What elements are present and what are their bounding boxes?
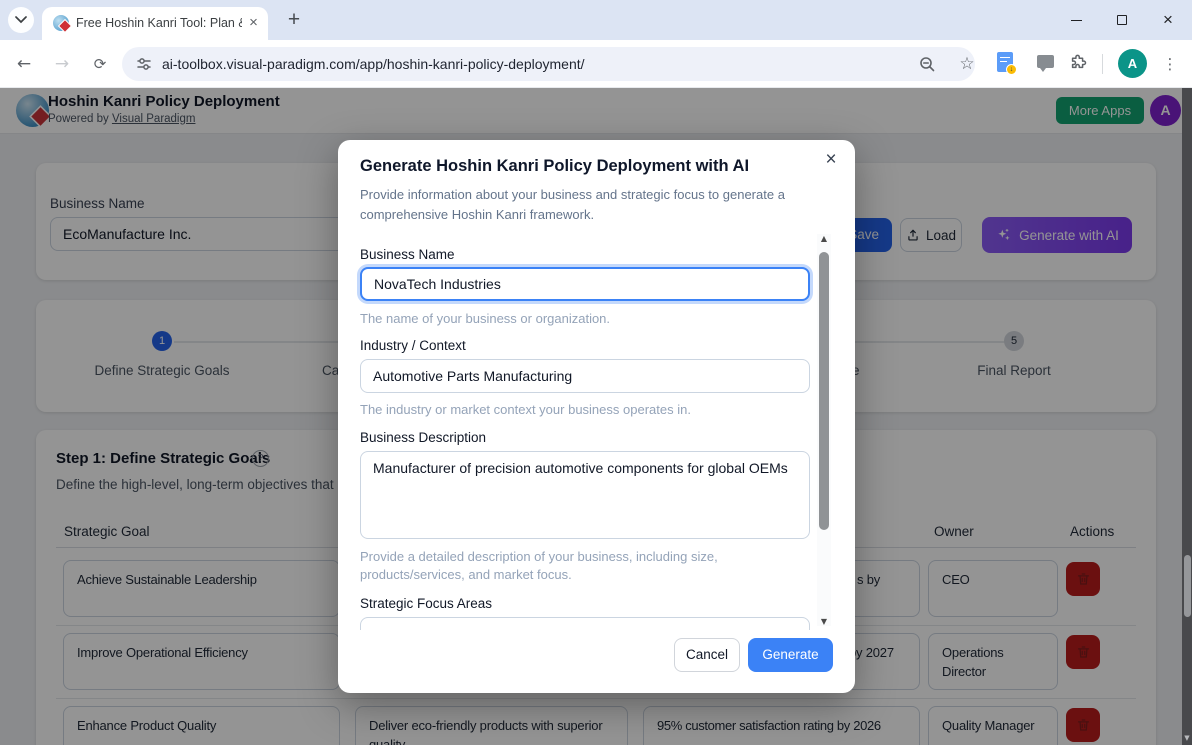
screen: Free Hoshin Kanri Tool: Plan & E × + × ←… xyxy=(0,0,1192,745)
tab-title: Free Hoshin Kanri Tool: Plan & E xyxy=(76,16,242,30)
browser-tab[interactable]: Free Hoshin Kanri Tool: Plan & E × xyxy=(42,7,268,40)
modal-body: Business Name The name of your business … xyxy=(338,228,855,630)
scroll-down-arrow-icon[interactable]: ▼ xyxy=(1182,734,1192,742)
extensions-puzzle-icon[interactable] xyxy=(1068,52,1088,77)
industry-label: Industry / Context xyxy=(360,338,466,353)
business-name-label: Business Name xyxy=(360,247,455,262)
browser-toolbar: ← → ⟳ ai-toolbox.visual-paradigm.com/app… xyxy=(0,40,1192,88)
page-scrollbar[interactable]: ▼ xyxy=(1182,88,1192,745)
description-label: Business Description xyxy=(360,430,487,445)
business-name-input[interactable] xyxy=(360,267,810,301)
browser-tab-strip: Free Hoshin Kanri Tool: Plan & E × + × xyxy=(0,0,1192,40)
modal-scrollbar[interactable]: ▲ ▼ xyxy=(817,234,831,626)
scroll-up-arrow-icon[interactable]: ▲ xyxy=(817,234,831,243)
modal-scrollbar-thumb[interactable] xyxy=(819,252,829,530)
window-minimize-button[interactable] xyxy=(1053,0,1099,40)
scroll-down-arrow-icon[interactable]: ▼ xyxy=(817,617,831,626)
generate-button[interactable]: Generate xyxy=(748,638,833,672)
reload-button[interactable]: ⟳ xyxy=(86,50,114,78)
back-button[interactable]: ← xyxy=(10,50,38,78)
bookmark-star-icon[interactable]: ☆ xyxy=(950,47,984,81)
description-help: Provide a detailed description of your b… xyxy=(360,549,718,583)
site-settings-icon[interactable] xyxy=(135,55,153,78)
business-name-help: The name of your business or organizatio… xyxy=(360,311,611,326)
zoom-out-icon[interactable] xyxy=(918,55,936,78)
comment-icon[interactable] xyxy=(1037,55,1054,72)
window-maximize-button[interactable] xyxy=(1099,0,1145,40)
url-text[interactable]: ai-toolbox.visual-paradigm.com/app/hoshi… xyxy=(162,47,585,81)
browser-menu-icon[interactable]: ⋮ xyxy=(1160,50,1180,78)
generate-ai-modal: × Generate Hoshin Kanri Policy Deploymen… xyxy=(338,140,855,693)
new-tab-button[interactable]: + xyxy=(283,9,305,31)
page: Hoshin Kanri Policy Deployment Powered b… xyxy=(0,88,1192,745)
tab-search-button[interactable] xyxy=(8,7,34,33)
industry-input[interactable] xyxy=(360,359,810,393)
focus-areas-input[interactable] xyxy=(360,617,810,630)
modal-close-icon[interactable]: × xyxy=(820,149,842,171)
industry-help: The industry or market context your busi… xyxy=(360,402,691,417)
tab-favicon-icon xyxy=(53,15,71,32)
modal-subtitle: Provide information about your business … xyxy=(360,187,785,222)
scrollbar-thumb[interactable] xyxy=(1183,555,1191,617)
address-bar[interactable]: ai-toolbox.visual-paradigm.com/app/hoshi… xyxy=(122,47,975,81)
focus-areas-label: Strategic Focus Areas xyxy=(360,596,493,611)
chevron-down-icon xyxy=(15,16,27,24)
cancel-button[interactable]: Cancel xyxy=(674,638,740,672)
description-textarea[interactable] xyxy=(360,451,810,539)
toolbar-separator xyxy=(1102,54,1103,74)
window-close-button[interactable]: × xyxy=(1145,0,1191,40)
forward-button[interactable]: → xyxy=(48,50,76,78)
tab-close-icon[interactable]: × xyxy=(245,15,262,32)
reading-mode-icon[interactable]: ↓ xyxy=(997,52,1017,75)
modal-title: Generate Hoshin Kanri Policy Deployment … xyxy=(360,157,750,175)
browser-profile-avatar[interactable]: A xyxy=(1118,49,1147,78)
